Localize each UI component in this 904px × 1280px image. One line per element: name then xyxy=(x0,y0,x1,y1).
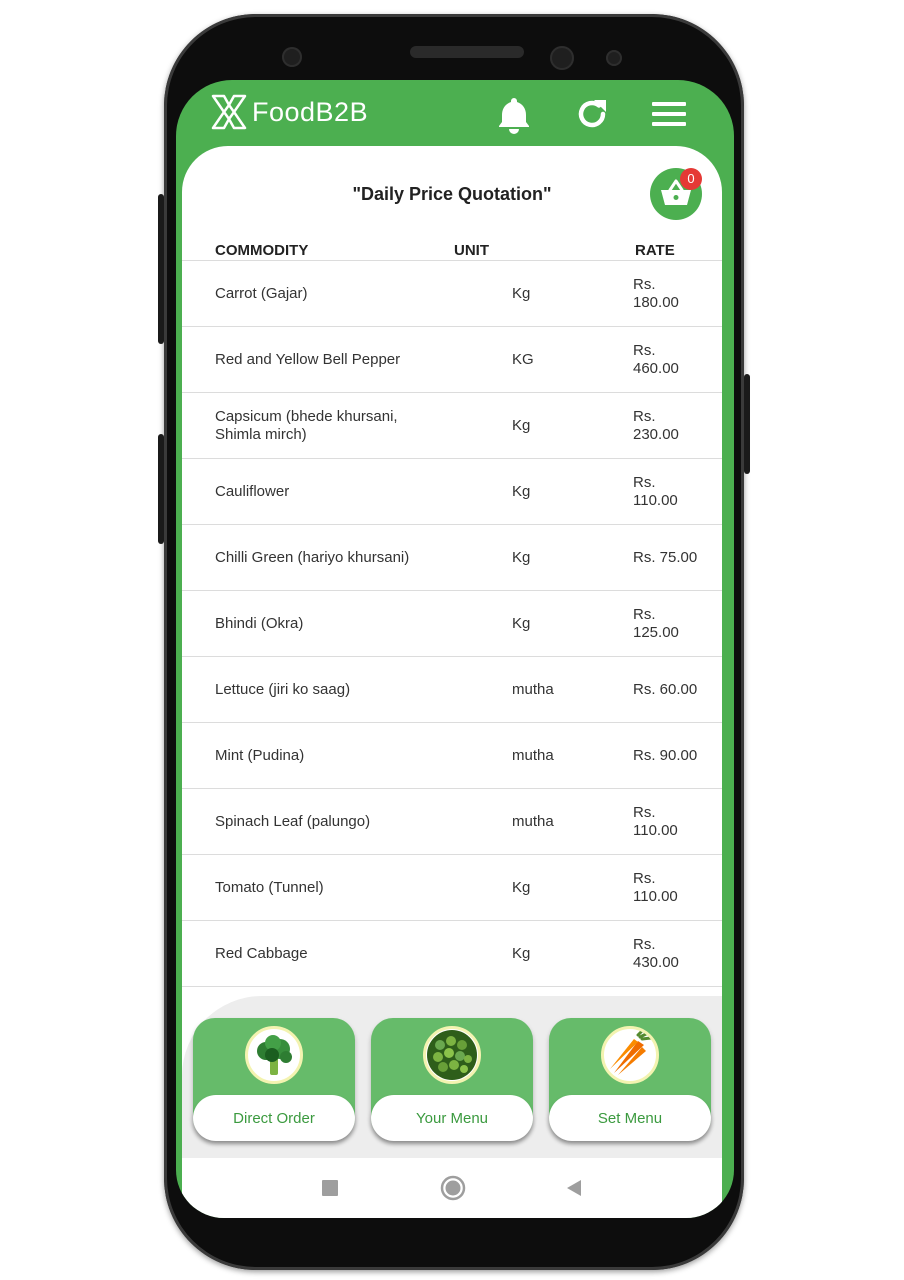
app-header: FoodB2B xyxy=(176,80,734,150)
commodity-name: Cauliflower xyxy=(215,483,290,500)
front-camera xyxy=(550,46,574,70)
bell-icon[interactable] xyxy=(494,94,534,134)
recent-apps-icon[interactable] xyxy=(320,1178,340,1198)
commodity-unit: Kg xyxy=(512,615,531,632)
commodity-unit: mutha xyxy=(512,681,554,698)
carrot-icon xyxy=(601,1026,659,1084)
android-nav-bar xyxy=(182,1158,722,1218)
commodity-rate: Rs. 460.00 xyxy=(633,342,679,377)
header-commodity: COMMODITY xyxy=(215,242,309,259)
cart-count-badge: 0 xyxy=(680,168,702,190)
sensor-secondary xyxy=(606,50,622,66)
table-row[interactable]: Tomato (Tunnel) Kg Rs. 110.00 xyxy=(182,855,722,921)
set-menu-button[interactable]: Set Menu xyxy=(549,1095,711,1141)
table-header: COMMODITY UNIT RATE xyxy=(182,242,722,262)
table-row[interactable]: Red and Yellow Bell Pepper KG Rs. 460.00 xyxy=(182,327,722,393)
table-row[interactable]: Carrot (Gajar) Kg Rs. 180.00 xyxy=(182,261,722,327)
refresh-icon[interactable] xyxy=(572,94,612,134)
home-icon[interactable] xyxy=(439,1174,467,1202)
commodity-unit: mutha xyxy=(512,813,554,830)
table-row[interactable]: Bhindi (Okra) Kg Rs. 125.00 xyxy=(182,591,722,657)
your-menu-button[interactable]: Your Menu xyxy=(371,1095,533,1141)
commodity-name: Capsicum (bhede khursani, Shimla mirch) xyxy=(215,408,398,443)
commodity-name: Red Cabbage xyxy=(215,945,308,962)
broccoli-icon xyxy=(245,1026,303,1084)
commodity-rate: Rs. 110.00 xyxy=(633,474,678,509)
commodity-name: Tomato (Tunnel) xyxy=(215,879,324,896)
commodity-rate: Rs. 125.00 xyxy=(633,606,679,641)
table-row[interactable]: Chilli Green (hariyo khursani) Kg Rs. 75… xyxy=(182,525,722,591)
table-row[interactable]: Capsicum (bhede khursani, Shimla mirch) … xyxy=(182,393,722,459)
table-row[interactable]: Lettuce (jiri ko saag) mutha Rs. 60.00 xyxy=(182,657,722,723)
brand-name: FoodB2B xyxy=(252,96,369,127)
bixby-button xyxy=(158,434,164,544)
sensor xyxy=(282,47,302,67)
commodity-rate: Rs. 180.00 xyxy=(633,276,679,311)
commodity-unit: Kg xyxy=(512,549,531,566)
brand-logo[interactable]: FoodB2B xyxy=(210,92,368,132)
commodity-unit: Kg xyxy=(512,285,531,302)
commodity-rate: Rs. 75.00 xyxy=(633,549,698,566)
foodb2b-logo-icon xyxy=(211,94,247,130)
header-unit: UNIT xyxy=(454,242,489,259)
commodity-rate: Rs. 110.00 xyxy=(633,804,678,839)
bottom-menu-panel: Direct Order Your Menu Set Menu xyxy=(182,996,722,1158)
commodity-name: Mint (Pudina) xyxy=(215,747,305,764)
commodity-unit: Kg xyxy=(512,945,531,962)
commodity-rate: Rs. 60.00 xyxy=(633,681,698,698)
table-row[interactable]: Cauliflower Kg Rs. 110.00 xyxy=(182,459,722,525)
table-row[interactable]: Spinach Leaf (palungo) mutha Rs. 110.00 xyxy=(182,789,722,855)
direct-order-button[interactable]: Direct Order xyxy=(193,1095,355,1141)
earpiece-speaker xyxy=(410,46,524,58)
back-icon[interactable] xyxy=(564,1178,584,1198)
power-button xyxy=(744,374,750,474)
header-rate: RATE xyxy=(635,242,675,259)
hamburger-menu-icon[interactable] xyxy=(650,94,690,134)
volume-button xyxy=(158,194,164,344)
commodity-rate: Rs. 430.00 xyxy=(633,936,679,971)
commodity-rate: Rs. 230.00 xyxy=(633,408,679,443)
commodity-name: Lettuce (jiri ko saag) xyxy=(215,681,351,698)
commodity-name: Red and Yellow Bell Pepper xyxy=(215,351,401,368)
table-row[interactable]: Red Cabbage Kg Rs. 430.00 xyxy=(182,921,722,987)
set-menu-tile[interactable]: Set Menu xyxy=(549,1018,711,1141)
commodity-name: Bhindi (Okra) xyxy=(215,615,304,632)
commodity-name: Spinach Leaf (palungo) xyxy=(215,813,371,830)
app-screen: FoodB2B "Daily Price Quotation" 0 COMMOD… xyxy=(176,80,734,1218)
commodity-name: Chilli Green (hariyo khursani) xyxy=(215,549,410,566)
commodity-name: Carrot (Gajar) xyxy=(215,285,308,302)
commodity-unit: Kg xyxy=(512,879,531,896)
commodity-unit: Kg xyxy=(512,483,531,500)
commodity-rate: Rs. 110.00 xyxy=(633,870,678,905)
price-table: Carrot (Gajar) Kg Rs. 180.00 Red and Yel… xyxy=(182,260,722,987)
commodity-unit: KG xyxy=(512,351,534,368)
direct-order-tile[interactable]: Direct Order xyxy=(193,1018,355,1141)
table-row[interactable]: Mint (Pudina) mutha Rs. 90.00 xyxy=(182,723,722,789)
commodity-unit: mutha xyxy=(512,747,554,764)
peas-icon xyxy=(423,1026,481,1084)
page-title: "Daily Price Quotation" xyxy=(352,184,552,204)
your-menu-tile[interactable]: Your Menu xyxy=(371,1018,533,1141)
commodity-unit: Kg xyxy=(512,417,531,434)
commodity-rate: Rs. 90.00 xyxy=(633,747,698,764)
